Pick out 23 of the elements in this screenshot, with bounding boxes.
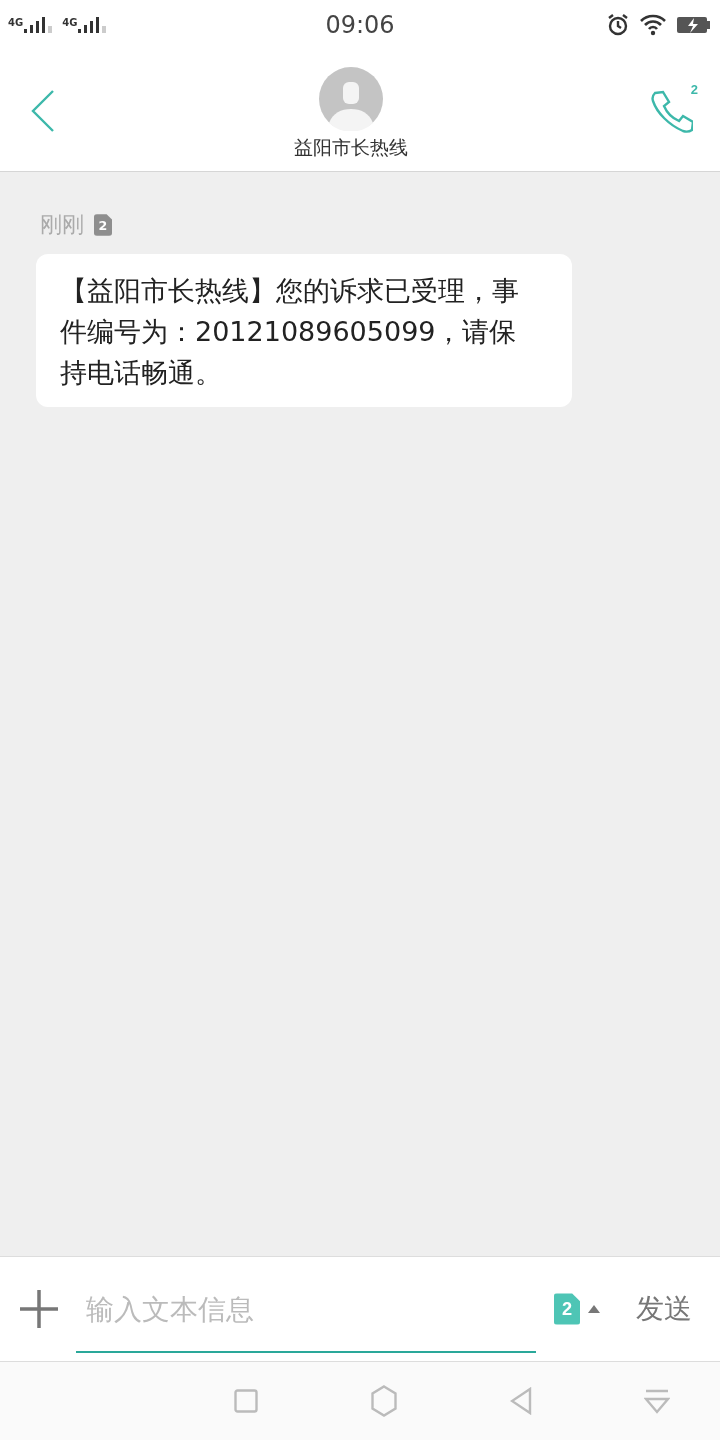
text-input[interactable]: 输入文本信息 bbox=[76, 1287, 536, 1331]
signal-icon bbox=[78, 17, 109, 33]
network-type: 4G bbox=[62, 17, 78, 28]
sim-number: 2 bbox=[690, 81, 698, 97]
avatar-icon bbox=[319, 66, 383, 131]
add-button[interactable] bbox=[20, 1290, 58, 1328]
message-time: 刚刚 bbox=[40, 211, 84, 239]
clock: 09:06 bbox=[325, 11, 395, 39]
signal-icon bbox=[24, 17, 55, 33]
back-nav-button[interactable] bbox=[510, 1387, 532, 1415]
network-type: 4G bbox=[8, 17, 24, 28]
recents-button[interactable] bbox=[234, 1389, 258, 1413]
alarm-icon bbox=[606, 13, 630, 37]
back-button[interactable] bbox=[30, 88, 56, 133]
home-button[interactable] bbox=[370, 1385, 398, 1417]
battery-charging-icon bbox=[676, 15, 712, 35]
send-button[interactable]: 发送 bbox=[618, 1290, 692, 1328]
menu-button[interactable] bbox=[644, 1388, 670, 1414]
caret-icon bbox=[588, 1305, 600, 1313]
contact-name: 益阳市长热线 bbox=[294, 134, 408, 160]
wifi-icon bbox=[640, 14, 666, 36]
sim-badge: 2 bbox=[94, 214, 112, 236]
message-bubble: 【益阳市长热线】您的诉求已受理，事件编号为：20121089605099，请保持电话畅通。 bbox=[36, 254, 572, 407]
